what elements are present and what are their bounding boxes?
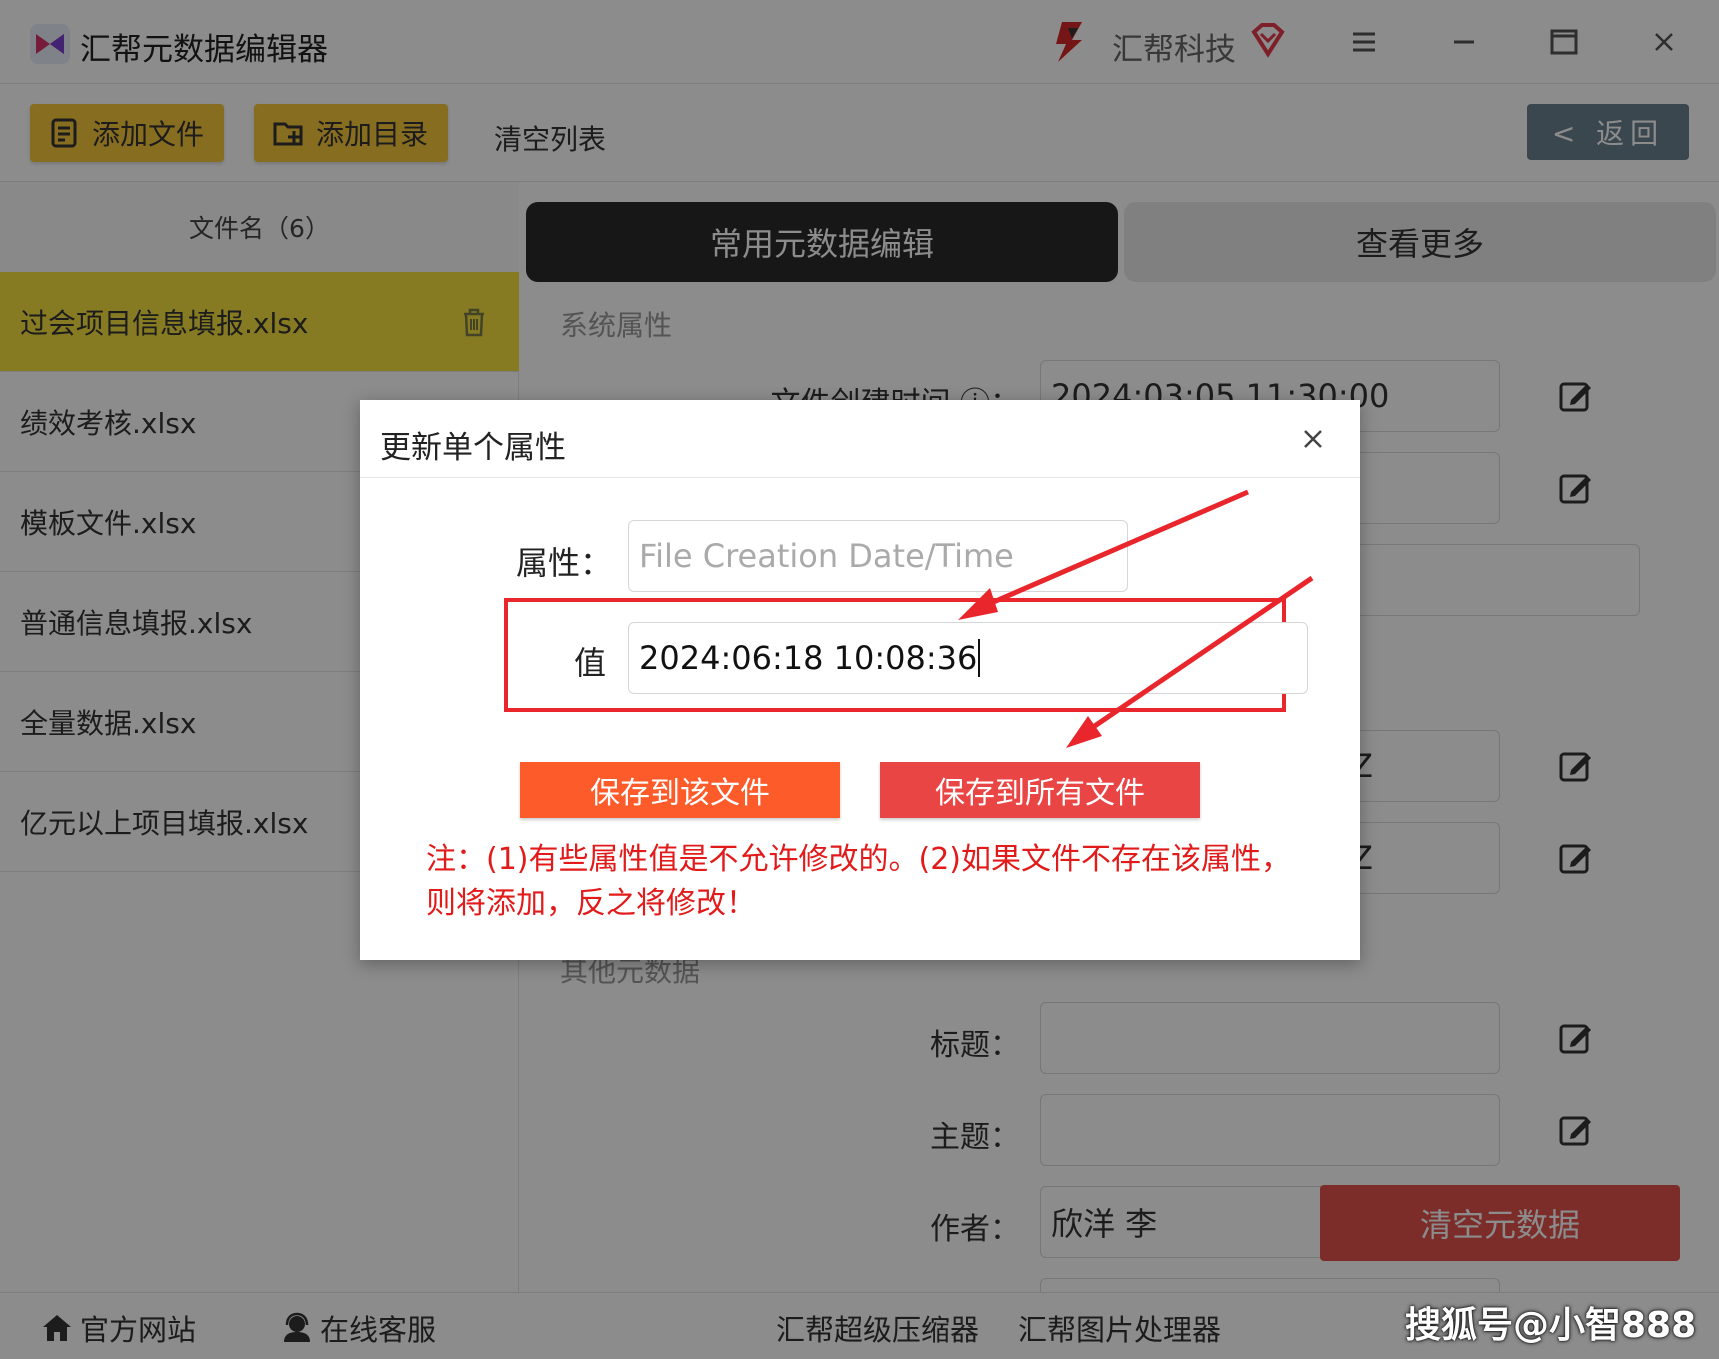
dialog-note: 注：(1)有些属性值是不允许修改的。(2)如果文件不存在该属性，则将添加，反之将… [426,842,1291,921]
attribute-input[interactable]: File Creation Date/Time [628,520,1128,592]
save-to-this-file-button[interactable]: 保存到该文件 [520,762,840,818]
update-property-dialog: 更新单个属性 属性： File Creation Date/Time 值 202… [360,400,1360,960]
dialog-title: 更新单个属性 [380,430,566,466]
dialog-close-icon[interactable] [1296,422,1330,456]
text-caret [978,639,981,677]
value-input[interactable]: 2024:06:18 10:08:36 [628,622,1308,694]
dialog-header: 更新单个属性 [360,400,1360,478]
value-text: 2024:06:18 10:08:36 [639,639,978,677]
value-label: 值 [574,644,607,682]
watermark: 搜狐号@小智888 [1405,1305,1697,1346]
save-to-all-files-button[interactable]: 保存到所有文件 [880,762,1200,818]
attribute-label: 属性： [516,544,613,582]
